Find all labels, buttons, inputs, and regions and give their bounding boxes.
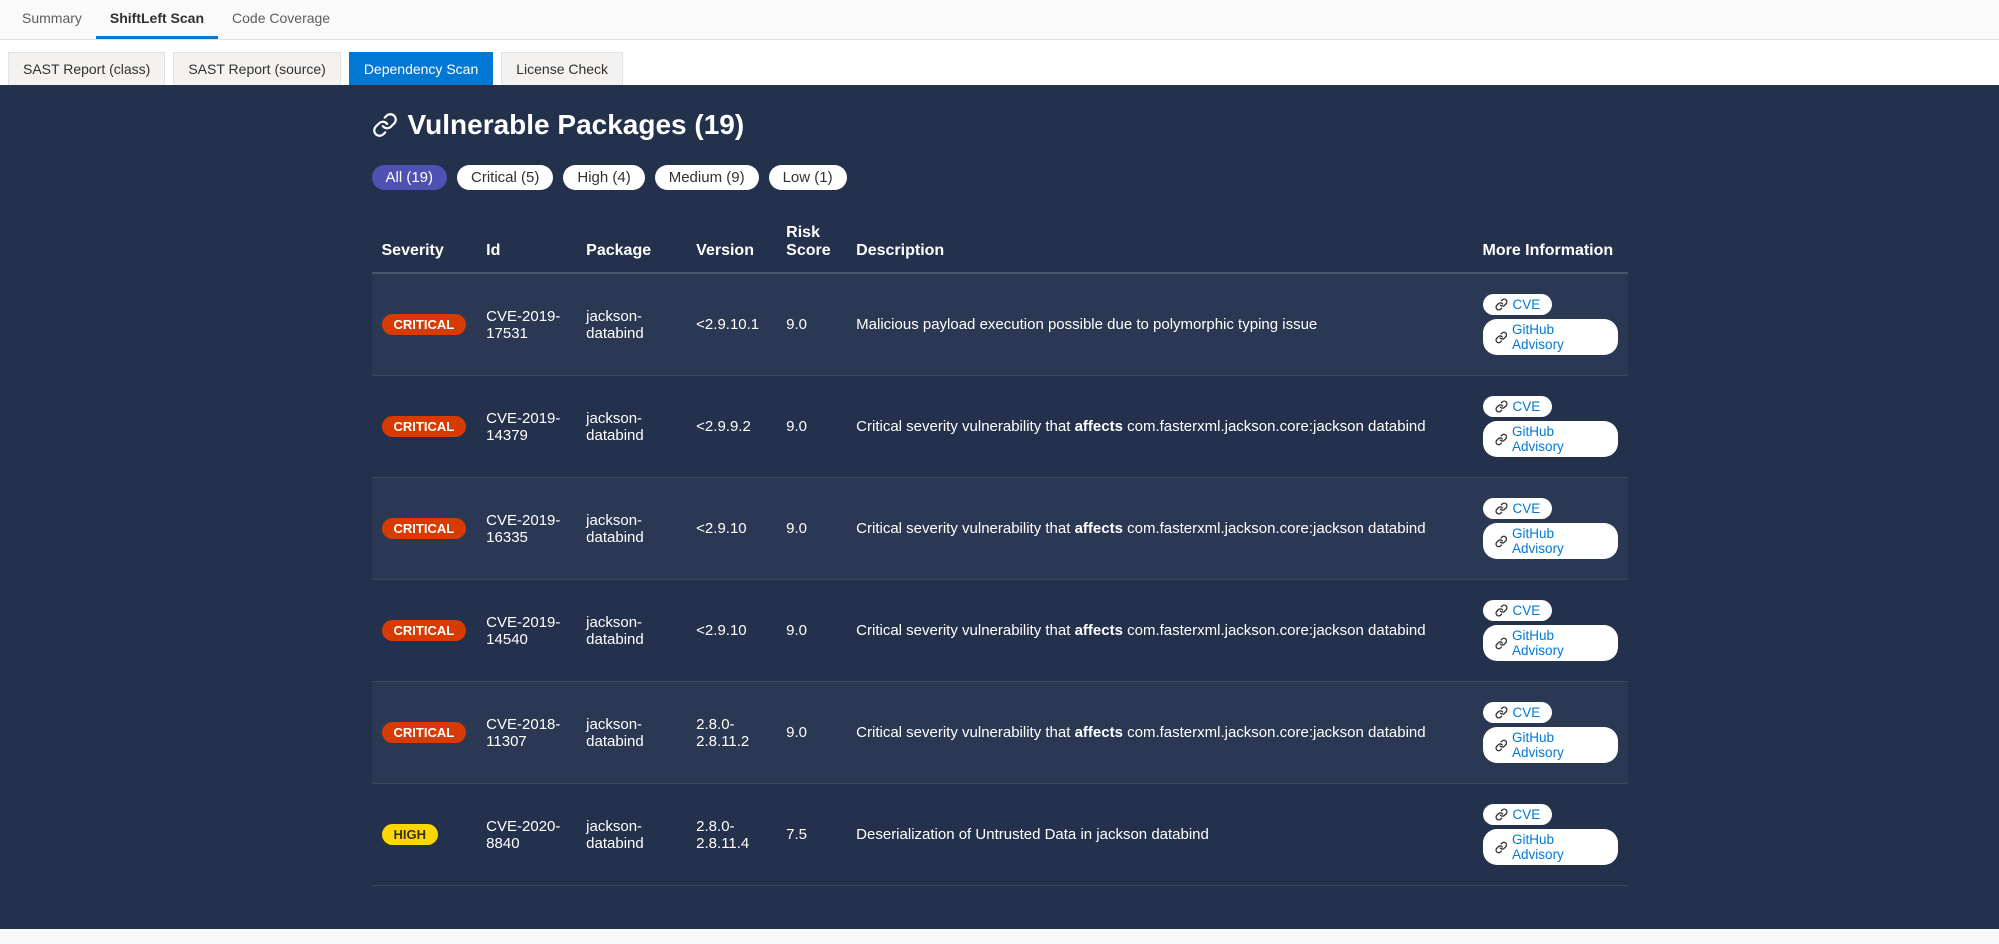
- table-row: HIGH CVE-2020-8840jackson-databind2.8.0-2…: [372, 784, 1628, 886]
- cell-more-info: CVE GitHub Advisory: [1473, 376, 1628, 478]
- sub-tab-dependency-scan[interactable]: Dependency Scan: [349, 52, 493, 85]
- cell-description: Malicious payload execution possible due…: [846, 273, 1472, 376]
- sub-tab-sast-report-class-[interactable]: SAST Report (class): [8, 52, 165, 85]
- page-title: Vulnerable Packages (19): [408, 109, 745, 141]
- cell-description: Critical severity vulnerability that aff…: [846, 682, 1472, 784]
- cell-more-info: CVE GitHub Advisory: [1473, 580, 1628, 682]
- cell-more-info: CVE GitHub Advisory: [1473, 273, 1628, 376]
- cell-id: CVE-2019-17531: [476, 273, 576, 376]
- col-package[interactable]: Package: [576, 212, 686, 273]
- top-tab-code-coverage[interactable]: Code Coverage: [218, 0, 344, 39]
- cve-link[interactable]: CVE: [1483, 600, 1553, 621]
- severity-badge: CRITICAL: [382, 314, 467, 335]
- cell-package: jackson-databind: [576, 273, 686, 376]
- cell-version: <2.9.10: [686, 478, 776, 580]
- cve-link[interactable]: CVE: [1483, 498, 1553, 519]
- col-id[interactable]: Id: [476, 212, 576, 273]
- cell-version: 2.8.0-2.8.11.4: [686, 784, 776, 886]
- cell-package: jackson-databind: [576, 682, 686, 784]
- filter-low[interactable]: Low (1): [769, 165, 847, 190]
- cell-more-info: CVE GitHub Advisory: [1473, 682, 1628, 784]
- cve-link[interactable]: CVE: [1483, 396, 1553, 417]
- cell-description: Critical severity vulnerability that aff…: [846, 580, 1472, 682]
- cve-link[interactable]: CVE: [1483, 702, 1553, 723]
- col-description[interactable]: Description: [846, 212, 1472, 273]
- link-icon: [372, 112, 398, 138]
- top-tabs: SummaryShiftLeft ScanCode Coverage: [0, 0, 1999, 40]
- cell-description: Critical severity vulnerability that aff…: [846, 376, 1472, 478]
- cell-risk: 9.0: [776, 273, 846, 376]
- severity-badge: HIGH: [382, 824, 439, 845]
- severity-badge: CRITICAL: [382, 722, 467, 743]
- cell-more-info: CVE GitHub Advisory: [1473, 784, 1628, 886]
- top-tab-shiftleft-scan[interactable]: ShiftLeft Scan: [96, 0, 218, 39]
- severity-badge: CRITICAL: [382, 518, 467, 539]
- col-risk[interactable]: Risk Score: [776, 212, 846, 273]
- cell-package: jackson-databind: [576, 376, 686, 478]
- cell-risk: 7.5: [776, 784, 846, 886]
- github-advisory-link[interactable]: GitHub Advisory: [1483, 319, 1618, 355]
- filter-high[interactable]: High (4): [563, 165, 644, 190]
- top-tab-summary[interactable]: Summary: [8, 0, 96, 39]
- filter-all[interactable]: All (19): [372, 165, 448, 190]
- filter-medium[interactable]: Medium (9): [655, 165, 759, 190]
- cell-more-info: CVE GitHub Advisory: [1473, 478, 1628, 580]
- github-advisory-link[interactable]: GitHub Advisory: [1483, 727, 1618, 763]
- col-more[interactable]: More Information: [1473, 212, 1628, 273]
- cell-risk: 9.0: [776, 580, 846, 682]
- col-version[interactable]: Version: [686, 212, 776, 273]
- github-advisory-link[interactable]: GitHub Advisory: [1483, 829, 1618, 865]
- filter-row: All (19) Critical (5) High (4) Medium (9) Lo…: [372, 165, 1628, 190]
- sub-tabs: SAST Report (class)SAST Report (source) D…: [0, 40, 1999, 85]
- cell-version: <2.9.10.1: [686, 273, 776, 376]
- cell-version: 2.8.0-2.8.11.2: [686, 682, 776, 784]
- github-advisory-link[interactable]: GitHub Advisory: [1483, 523, 1618, 559]
- cell-version: <2.9.9.2: [686, 376, 776, 478]
- cell-package: jackson-databind: [576, 784, 686, 886]
- content-panel: Vulnerable Packages (19) All (19) Critica…: [0, 85, 1999, 929]
- github-advisory-link[interactable]: GitHub Advisory: [1483, 421, 1618, 457]
- sub-tab-sast-report-source-[interactable]: SAST Report (source): [173, 52, 340, 85]
- table-row: CRITICAL CVE-2018-11307jackson-databind2.…: [372, 682, 1628, 784]
- cell-id: CVE-2019-14540: [476, 580, 576, 682]
- cell-version: <2.9.10: [686, 580, 776, 682]
- cell-id: CVE-2019-16335: [476, 478, 576, 580]
- filter-critical[interactable]: Critical (5): [457, 165, 553, 190]
- cell-id: CVE-2018-11307: [476, 682, 576, 784]
- table-row: CRITICAL CVE-2019-17531jackson-databind<2…: [372, 273, 1628, 376]
- cve-link[interactable]: CVE: [1483, 804, 1553, 825]
- heading-row: Vulnerable Packages (19): [372, 109, 1628, 141]
- cell-risk: 9.0: [776, 376, 846, 478]
- cell-risk: 9.0: [776, 478, 846, 580]
- severity-badge: CRITICAL: [382, 620, 467, 641]
- cell-package: jackson-databind: [576, 580, 686, 682]
- cve-link[interactable]: CVE: [1483, 294, 1553, 315]
- severity-badge: CRITICAL: [382, 416, 467, 437]
- cell-id: CVE-2020-8840: [476, 784, 576, 886]
- vuln-table: Severity Id Package Version Risk Score D…: [372, 212, 1628, 886]
- table-row: CRITICAL CVE-2019-14379jackson-databind<2…: [372, 376, 1628, 478]
- cell-risk: 9.0: [776, 682, 846, 784]
- col-severity[interactable]: Severity: [372, 212, 477, 273]
- cell-description: Critical severity vulnerability that aff…: [846, 478, 1472, 580]
- sub-tab-license-check[interactable]: License Check: [501, 52, 623, 85]
- github-advisory-link[interactable]: GitHub Advisory: [1483, 625, 1618, 661]
- cell-id: CVE-2019-14379: [476, 376, 576, 478]
- table-row: CRITICAL CVE-2019-16335jackson-databind<2…: [372, 478, 1628, 580]
- cell-package: jackson-databind: [576, 478, 686, 580]
- cell-description: Deserialization of Untrusted Data in jac…: [846, 784, 1472, 886]
- table-row: CRITICAL CVE-2019-14540jackson-databind<2…: [372, 580, 1628, 682]
